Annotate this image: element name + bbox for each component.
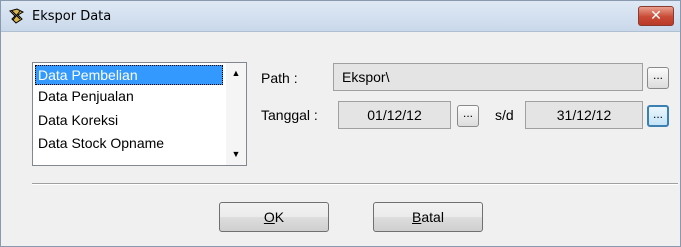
batal-mnemonic: B: [412, 209, 422, 225]
data-type-list[interactable]: Data Pembelian Data Penjualan Data Korek…: [32, 62, 247, 166]
title-bar[interactable]: Ekspor Data ✕: [1, 1, 680, 32]
batal-button[interactable]: Batal: [373, 202, 483, 232]
path-field[interactable]: Ekspor\: [333, 63, 643, 91]
close-icon: ✕: [650, 8, 662, 24]
list-scrollbar[interactable]: ▲ ▼: [226, 63, 246, 165]
window-title: Ekspor Data: [32, 9, 112, 24]
date-to-field[interactable]: 31/12/12: [525, 101, 643, 129]
app-icon: [9, 8, 25, 24]
sd-label: s/d: [495, 107, 514, 123]
close-button[interactable]: ✕: [638, 6, 674, 26]
ok-label: K: [274, 209, 285, 225]
list-item[interactable]: Data Penjualan: [35, 86, 223, 106]
batal-label: atal: [421, 209, 444, 225]
list-item[interactable]: Data Koreksi: [35, 110, 223, 130]
list-item[interactable]: Data Pembelian: [35, 65, 223, 85]
browse-path-button[interactable]: ...: [647, 67, 669, 89]
export-dialog: Ekspor Data ✕ Data Pembelian Data Penjua…: [0, 0, 681, 247]
ok-mnemonic: O: [263, 209, 275, 225]
path-label: Path :: [261, 70, 298, 86]
date-to-picker-button[interactable]: ...: [647, 105, 669, 127]
scroll-up-icon[interactable]: ▲: [226, 65, 246, 82]
separator: [32, 183, 678, 185]
date-from-picker-button[interactable]: ...: [457, 105, 479, 127]
tanggal-label: Tanggal :: [261, 107, 318, 123]
ok-button[interactable]: OK: [219, 202, 329, 232]
list-item[interactable]: Data Stock Opname: [35, 133, 223, 153]
scroll-down-icon[interactable]: ▼: [226, 146, 246, 163]
date-from-field[interactable]: 01/12/12: [338, 101, 451, 129]
